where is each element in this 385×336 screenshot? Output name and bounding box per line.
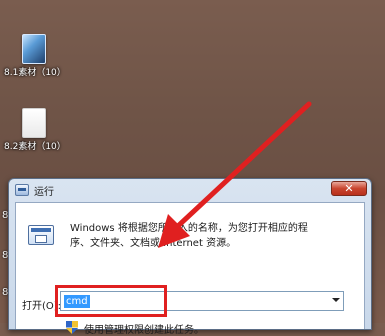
video-file-icon: [22, 34, 46, 64]
title-bar[interactable]: 运行 ✕: [9, 179, 371, 201]
desktop-icon-8-2[interactable]: 8.2素材（10）: [4, 108, 66, 153]
run-dialog: 运行 ✕ Windows 将根据您所输入的名称，为您打开相应的程序、文件夹、文档…: [8, 178, 372, 336]
dialog-body: Windows 将根据您所输入的名称，为您打开相应的程序、文件夹、文档或 Int…: [15, 202, 365, 336]
dialog-title: 运行: [34, 186, 54, 198]
desktop-icon-label: 8.2素材（10）: [4, 142, 66, 152]
dialog-description: Windows 将根据您所输入的名称，为您打开相应的程序、文件夹、文档或 Int…: [70, 223, 308, 249]
run-app-icon: [15, 184, 29, 196]
desktop-icon-8-1[interactable]: 8.1素材（10）: [4, 34, 66, 79]
admin-note: 使用管理权限创建此任务。: [84, 325, 204, 336]
desktop-icon-label: 8.1素材（10）: [4, 68, 66, 78]
close-button[interactable]: ✕: [331, 181, 367, 196]
blank-file-icon: [22, 108, 46, 138]
highlight-box: [55, 285, 167, 317]
chevron-down-icon[interactable]: [332, 298, 340, 302]
run-program-icon: [28, 225, 54, 245]
